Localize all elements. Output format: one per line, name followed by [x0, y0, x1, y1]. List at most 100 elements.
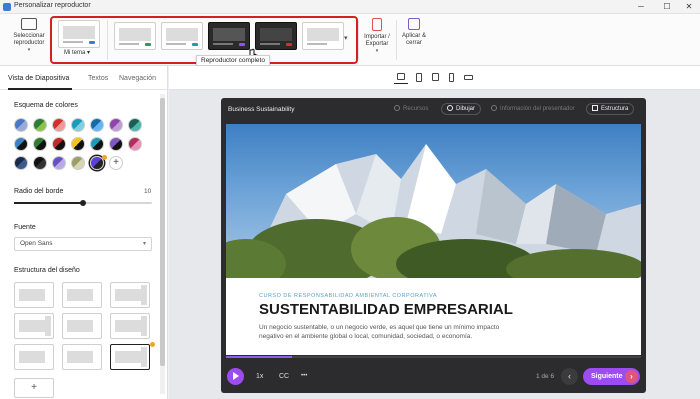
minimize-icon[interactable]: ─ [630, 1, 652, 13]
playback-speed-button[interactable]: 1x [256, 373, 263, 380]
my-theme-thumbnail[interactable] [58, 20, 100, 48]
tab-texts[interactable]: Textos [88, 75, 108, 82]
slide-body: Un negocio sustentable, o un negocio ver… [259, 324, 500, 340]
color-swatch[interactable] [90, 137, 104, 151]
select-player-label: Seleccionar reproductor [13, 33, 45, 46]
player-thumb-1[interactable] [114, 22, 156, 50]
player-thumb-5[interactable] [302, 22, 344, 50]
color-swatch[interactable] [109, 137, 123, 151]
color-swatch[interactable] [33, 118, 47, 132]
slider-handle[interactable] [80, 200, 86, 206]
tablet-landscape-icon[interactable] [412, 72, 426, 84]
layout-option[interactable] [110, 344, 150, 370]
progress-fill [226, 356, 293, 358]
color-swatch[interactable] [71, 137, 85, 151]
color-swatch[interactable] [128, 118, 142, 132]
previous-button[interactable]: ‹ [561, 368, 578, 385]
color-swatch[interactable] [71, 156, 85, 170]
apply-close-icon [408, 18, 420, 30]
select-player-button[interactable]: Seleccionar reproductor ▾ [8, 18, 50, 54]
color-scheme-label: Esquema de colores [14, 102, 78, 109]
phone-landscape-icon[interactable] [461, 72, 475, 84]
import-export-button[interactable]: Importar / Exportar ▾ [360, 18, 394, 55]
color-swatch[interactable] [52, 156, 66, 170]
gallery-chevron-icon[interactable]: ▾ [344, 34, 348, 42]
structure-button[interactable]: Estructura [586, 103, 635, 115]
border-radius-value: 10 [144, 188, 152, 195]
import-export-icon [372, 18, 382, 31]
chevron-down-icon: ▾ [142, 241, 146, 247]
layout-option[interactable] [14, 282, 54, 308]
next-label: Siguiente [591, 373, 623, 380]
panel-tabs: Vista de Diapositiva Textos Navegación [0, 66, 168, 90]
font-label: Fuente [14, 224, 36, 231]
color-swatch[interactable] [128, 137, 142, 151]
building-photo [226, 124, 641, 278]
color-swatch[interactable] [33, 156, 47, 170]
draw-button[interactable]: Dibujar [441, 103, 482, 115]
tooltip: Reproductor completo [196, 55, 270, 66]
color-swatch[interactable] [90, 118, 104, 132]
window-title: Personalizar reproductor [14, 2, 91, 9]
close-icon[interactable]: ✕ [678, 1, 700, 13]
panel-scrollbar[interactable] [160, 94, 165, 394]
layout-option[interactable] [62, 344, 102, 370]
import-export-label: Importar / Exportar [364, 34, 390, 47]
presenter-info-label: Información del presentador [500, 106, 575, 112]
more-options-icon[interactable]: ••• [301, 373, 307, 379]
color-swatch[interactable] [14, 156, 28, 170]
pen-icon [447, 105, 453, 111]
resources-button[interactable]: Recursos [394, 103, 428, 115]
my-theme-label[interactable]: Mi tema ▾ [64, 49, 90, 56]
layout-option[interactable] [14, 344, 54, 370]
progress-bar[interactable] [226, 356, 641, 358]
captions-button[interactable]: CC [279, 373, 289, 380]
color-swatch[interactable] [52, 137, 66, 151]
maximize-icon[interactable]: ☐ [656, 1, 678, 13]
layout-option[interactable] [14, 313, 54, 339]
preview-area: Business Sustainability Recursos Dibujar… [169, 66, 700, 399]
next-button[interactable]: Siguiente › [583, 368, 640, 385]
layout-option[interactable] [110, 313, 150, 339]
font-select-value: Open Sans [20, 240, 53, 247]
color-swatch[interactable] [71, 118, 85, 132]
phone-portrait-icon[interactable] [445, 72, 459, 84]
separator [396, 20, 397, 60]
tab-slide-view[interactable]: Vista de Diapositiva [8, 75, 69, 82]
title-bar: Personalizar reproductor ─ ☐ ✕ [0, 0, 700, 14]
color-swatch[interactable] [109, 118, 123, 132]
color-swatch[interactable] [14, 118, 28, 132]
slide-headline: SUSTENTABILIDAD EMPRESARIAL [259, 301, 513, 318]
player-thumb-2[interactable] [161, 22, 203, 50]
play-icon[interactable] [227, 368, 244, 385]
desktop-view-icon[interactable] [394, 72, 408, 84]
add-color-button[interactable]: + [109, 156, 123, 170]
player-thumb-full[interactable] [208, 22, 250, 50]
player-controls: 1x CC ••• 1 de 6 ‹ Siguiente › [221, 360, 646, 393]
color-swatch[interactable] [14, 137, 28, 151]
slide-kicker: CURSO DE RESPONSABILIDAD AMBIENTAL CORPO… [259, 293, 438, 299]
course-title: Business Sustainability [228, 106, 295, 113]
layout-option[interactable] [62, 282, 102, 308]
chevron-right-icon: › [625, 370, 638, 383]
presenter-info-button[interactable]: Información del presentador [491, 103, 575, 115]
device-toolbar [169, 66, 700, 90]
active-tab-indicator [8, 88, 72, 90]
layout-option[interactable] [62, 313, 102, 339]
font-select[interactable]: Open Sans ▾ [14, 237, 152, 251]
list-icon [592, 105, 598, 111]
apply-close-label: Aplicar & cerrar [401, 33, 426, 46]
slide-counter: 1 de 6 [536, 373, 555, 380]
layout-structure-label: Estructura del diseño [14, 267, 80, 274]
add-layout-button[interactable]: + [14, 378, 54, 398]
separator [107, 20, 108, 60]
color-swatch[interactable] [33, 137, 47, 151]
tab-navigation[interactable]: Navegación [119, 75, 156, 82]
player-preview: Business Sustainability Recursos Dibujar… [221, 98, 646, 393]
apply-close-button[interactable]: Aplicar & cerrar [398, 18, 430, 47]
color-swatch[interactable] [52, 118, 66, 132]
layout-option[interactable] [110, 282, 150, 308]
tablet-portrait-icon[interactable] [429, 72, 443, 84]
draw-label: Dibujar [456, 106, 476, 112]
player-thumb-4[interactable] [255, 22, 297, 50]
